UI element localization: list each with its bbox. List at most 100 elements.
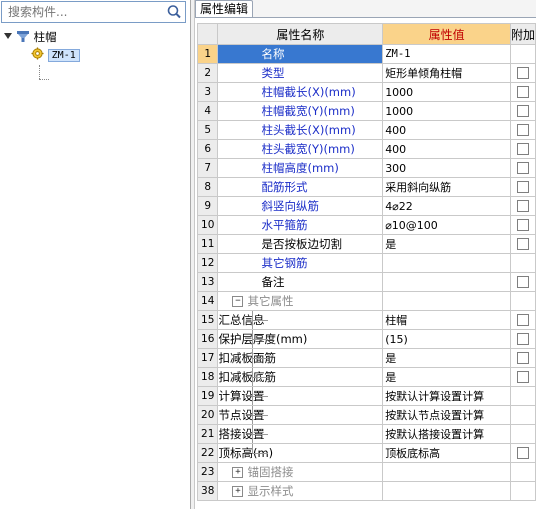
table-row[interactable]: 3 柱帽截长(X)(mm) 1000 xyxy=(196,82,536,102)
table-row[interactable]: 16 保护层厚度(mm) (15) xyxy=(196,329,536,349)
tree-item-label: ZM-1 xyxy=(47,49,80,62)
table-row[interactable]: 2 类型 矩形单倾角柱帽 xyxy=(196,63,536,83)
property-value[interactable] xyxy=(382,272,511,292)
additional-checkbox[interactable] xyxy=(516,333,529,345)
property-name: 柱头截宽(Y)(mm) xyxy=(261,142,355,156)
additional-checkbox[interactable] xyxy=(516,181,529,193)
additional-checkbox[interactable] xyxy=(516,447,529,459)
expand-icon[interactable]: + xyxy=(232,467,244,478)
search-box xyxy=(1,1,186,23)
table-row[interactable]: 38 + 显示样式 xyxy=(196,481,536,501)
table-row[interactable]: 4 柱帽截宽(Y)(mm) 1000 xyxy=(196,101,536,121)
table-row[interactable]: 8 配筋形式 采用斜向纵筋 xyxy=(196,177,536,197)
property-value[interactable]: ZM-1 xyxy=(382,44,511,64)
header-property-value[interactable]: 属性值 xyxy=(382,23,511,45)
additional-checkbox[interactable] xyxy=(516,352,529,364)
table-row[interactable]: 17 扣减板面筋 是 xyxy=(196,348,536,368)
property-value[interactable]: 按默认计算设置计算 xyxy=(382,386,511,406)
table-row[interactable]: 14 − 其它属性 xyxy=(196,291,536,311)
additional-checkbox[interactable] xyxy=(516,238,529,250)
additional-cell xyxy=(509,405,536,425)
tab-property-edit[interactable]: 属性编辑 xyxy=(195,0,254,17)
property-value[interactable]: 400 xyxy=(382,120,511,140)
property-value[interactable]: 1000 xyxy=(382,82,511,102)
table-row[interactable]: 12 其它钢筋 xyxy=(196,253,536,273)
table-row[interactable]: 22 顶标高(m) 顶板底标高 xyxy=(196,443,536,463)
additional-checkbox[interactable] xyxy=(516,219,529,231)
property-value[interactable]: 柱帽 xyxy=(382,310,511,330)
row-number: 5 xyxy=(196,120,219,140)
additional-checkbox[interactable] xyxy=(516,124,529,136)
additional-cell xyxy=(509,424,536,444)
table-row[interactable]: 11 是否按板边切割 是 xyxy=(196,234,536,254)
property-value[interactable]: ⌀10@100 xyxy=(382,215,511,235)
table-row[interactable]: 10 水平箍筋 ⌀10@100 xyxy=(196,215,536,235)
additional-checkbox[interactable] xyxy=(516,143,529,155)
property-name: 搭接设置 xyxy=(218,427,265,441)
property-value[interactable]: 顶板底标高 xyxy=(382,443,511,463)
additional-checkbox[interactable] xyxy=(516,105,529,117)
property-value[interactable]: 1000 xyxy=(382,101,511,121)
table-row[interactable]: 9 斜竖向纵筋 4⌀22 xyxy=(196,196,536,216)
group-name: 锚固搭接 xyxy=(247,465,294,479)
table-row[interactable]: 19 计算设置 按默认计算设置计算 xyxy=(196,386,536,406)
tree-item-column-cap[interactable]: 柱帽 xyxy=(4,28,57,46)
table-row[interactable]: 5 柱头截长(X)(mm) 400 xyxy=(196,120,536,140)
property-value[interactable]: 采用斜向纵筋 xyxy=(382,177,511,197)
additional-cell xyxy=(509,253,536,273)
additional-checkbox[interactable] xyxy=(516,86,529,98)
property-value[interactable] xyxy=(382,253,511,273)
row-number: 11 xyxy=(196,234,219,254)
header-additional[interactable]: 附加 xyxy=(509,23,536,45)
grid-corner xyxy=(196,23,219,45)
table-row[interactable]: 6 柱头截宽(Y)(mm) 400 xyxy=(196,139,536,159)
additional-cell xyxy=(509,44,536,64)
property-value[interactable]: 是 xyxy=(382,234,511,254)
property-grid: 属性名称 属性值 附加 1 名称 ZM-1 2 类型 矩形单倾角柱帽 3 柱帽截… xyxy=(196,23,536,501)
property-value[interactable]: 400 xyxy=(382,139,511,159)
additional-checkbox[interactable] xyxy=(516,371,529,383)
property-value[interactable]: 是 xyxy=(382,348,511,368)
property-value[interactable]: 按默认节点设置计算 xyxy=(382,405,511,425)
collapse-icon[interactable]: − xyxy=(232,296,244,307)
property-value[interactable]: 按默认搭接设置计算 xyxy=(382,424,511,444)
tree-item-zm-1[interactable]: ZM-1 xyxy=(31,45,80,63)
chevron-down-icon[interactable] xyxy=(4,33,12,39)
row-number: 17 xyxy=(196,348,219,368)
expand-icon[interactable]: + xyxy=(232,486,244,497)
table-row[interactable]: 1 名称 ZM-1 xyxy=(196,44,536,64)
property-value[interactable]: 300 xyxy=(382,158,511,178)
property-value[interactable]: 矩形单倾角柱帽 xyxy=(382,63,511,83)
table-row[interactable]: 20 节点设置 按默认节点设置计算 xyxy=(196,405,536,425)
additional-checkbox[interactable] xyxy=(516,162,529,174)
additional-checkbox[interactable] xyxy=(516,200,529,212)
property-value xyxy=(382,291,511,311)
table-row[interactable]: 7 柱帽高度(mm) 300 xyxy=(196,158,536,178)
additional-checkbox[interactable] xyxy=(516,276,529,288)
property-name: 水平箍筋 xyxy=(261,218,308,232)
search-button[interactable] xyxy=(164,3,184,21)
additional-checkbox[interactable] xyxy=(516,67,529,79)
row-number: 20 xyxy=(196,405,219,425)
property-name: 计算设置 xyxy=(218,389,265,403)
tree-connector xyxy=(39,65,40,79)
property-name: 节点设置 xyxy=(218,408,265,422)
property-editor-panel: 属性编辑 属性名称 属性值 附加 1 名称 ZM-1 2 类型 矩形单倾角柱帽 xyxy=(195,0,536,509)
property-name: 是否按板边切割 xyxy=(261,237,342,251)
property-value[interactable]: 是 xyxy=(382,367,511,387)
table-row[interactable]: 23 + 锚固搭接 xyxy=(196,462,536,482)
search-input[interactable] xyxy=(4,3,167,21)
group-name: 显示样式 xyxy=(247,484,294,498)
additional-checkbox[interactable] xyxy=(516,314,529,326)
column-cap-icon xyxy=(17,31,29,42)
table-row[interactable]: 15 汇总信息 柱帽 xyxy=(196,310,536,330)
additional-cell xyxy=(509,462,536,482)
grid-header-row: 属性名称 属性值 附加 xyxy=(196,23,536,45)
table-row[interactable]: 21 搭接设置 按默认搭接设置计算 xyxy=(196,424,536,444)
table-row[interactable]: 18 扣减板底筋 是 xyxy=(196,367,536,387)
property-value[interactable]: 4⌀22 xyxy=(382,196,511,216)
table-row[interactable]: 13 备注 xyxy=(196,272,536,292)
property-value[interactable]: (15) xyxy=(382,329,511,349)
header-property-name[interactable]: 属性名称 xyxy=(217,23,384,45)
row-number: 6 xyxy=(196,139,219,159)
